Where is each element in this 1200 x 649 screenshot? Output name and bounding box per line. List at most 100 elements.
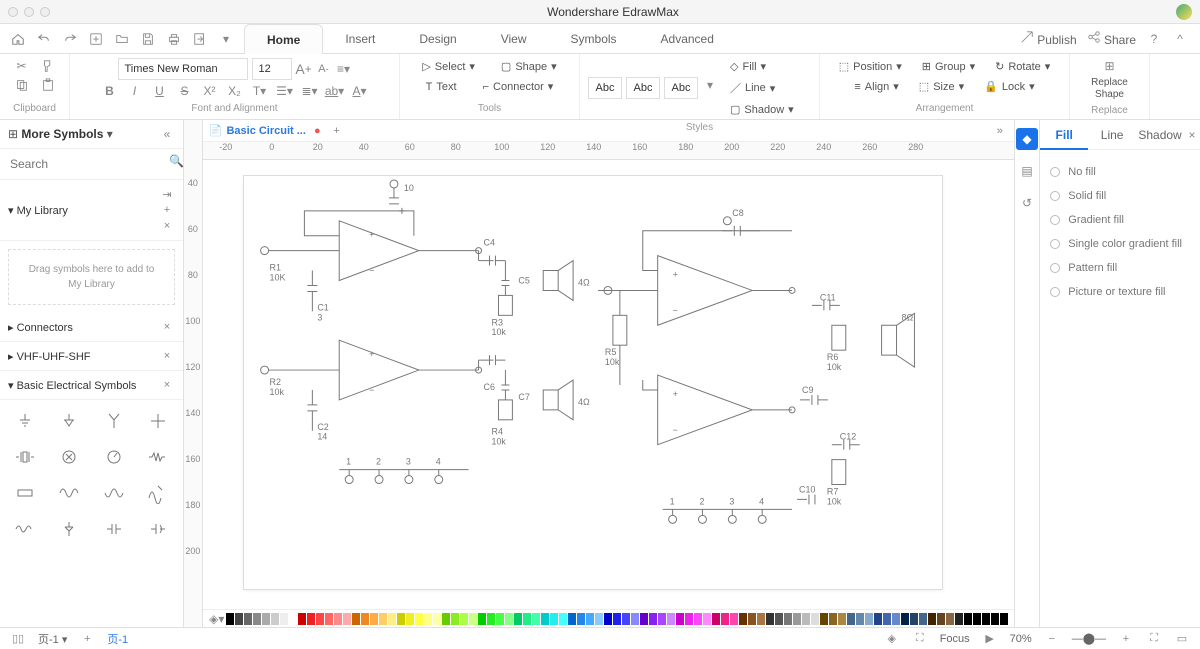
symbol-ground[interactable] [6,406,44,436]
replace-shape-icon[interactable]: ⊞ [1101,58,1117,74]
font-family-select[interactable]: Times New Roman [118,58,248,80]
color-swatch[interactable] [442,613,450,625]
add-page-icon[interactable]: + [79,631,95,647]
fit-width-icon[interactable]: ▭ [1174,631,1190,647]
subscript-icon[interactable]: X₂ [227,83,243,99]
color-swatch[interactable] [235,613,243,625]
color-swatch[interactable] [370,613,378,625]
color-swatch[interactable] [262,613,270,625]
tab-home[interactable]: Home [244,24,323,54]
color-swatch[interactable] [406,613,414,625]
list-icon[interactable]: ≣▾ [302,83,318,99]
color-swatch[interactable] [739,613,747,625]
color-swatch[interactable] [487,613,495,625]
color-swatch[interactable] [658,613,666,625]
style-more-icon[interactable]: ▾ [702,77,718,93]
color-swatch[interactable] [496,613,504,625]
window-min[interactable] [24,7,34,17]
color-swatch[interactable] [640,613,648,625]
group-drop[interactable]: ⊞ Group ▾ [916,58,981,75]
focus-mode[interactable]: Focus [940,633,970,645]
color-swatch[interactable] [991,613,999,625]
color-swatch[interactable] [253,613,261,625]
color-swatch[interactable] [793,613,801,625]
zoom-level[interactable]: 70% [1010,633,1032,645]
color-swatch[interactable] [595,613,603,625]
window-max[interactable] [40,7,50,17]
color-swatch[interactable] [829,613,837,625]
save-icon[interactable] [140,31,156,47]
zoom-out-icon[interactable]: − [1044,631,1060,647]
collapse-ribbon-icon[interactable]: ^ [1172,31,1188,47]
new-doc-tab-icon[interactable]: + [329,123,345,139]
color-swatch[interactable] [667,613,675,625]
color-swatch[interactable] [757,613,765,625]
undo-icon[interactable] [36,31,52,47]
color-swatch[interactable] [874,613,882,625]
layers-icon[interactable]: ◈ [884,631,900,647]
symbol-meter[interactable] [95,442,133,472]
redo-icon[interactable] [62,31,78,47]
color-swatch[interactable] [802,613,810,625]
tab-symbols[interactable]: Symbols [549,24,639,54]
color-swatch[interactable] [433,613,441,625]
fill-option[interactable]: Pattern fill [1050,256,1190,280]
symbol-box[interactable] [6,478,44,508]
color-swatch[interactable] [856,613,864,625]
fontcolor-icon[interactable]: A▾ [352,83,368,99]
color-swatch[interactable] [784,613,792,625]
color-swatch[interactable] [748,613,756,625]
color-swatch[interactable] [703,613,711,625]
page-select[interactable]: 页-1 ▾ [38,631,67,647]
color-swatch[interactable] [631,613,639,625]
align-icon[interactable]: ≡▾ [336,61,352,77]
color-swatch[interactable] [316,613,324,625]
color-swatch[interactable] [649,613,657,625]
text-tool[interactable]: T Text [420,78,463,95]
home-icon[interactable] [10,31,26,47]
tab-design[interactable]: Design [397,24,478,54]
color-swatch[interactable] [514,613,522,625]
strike-icon[interactable]: S [177,83,193,99]
color-swatch[interactable] [361,613,369,625]
symbol-earth[interactable] [50,406,88,436]
fill-option[interactable]: Solid fill [1050,184,1190,208]
color-swatch[interactable] [478,613,486,625]
history-panel-icon[interactable]: ↺ [1016,192,1038,214]
color-swatch[interactable] [577,613,585,625]
color-swatch[interactable] [289,613,297,625]
tab-view[interactable]: View [479,24,549,54]
symbol-sine3[interactable] [139,478,177,508]
color-swatch[interactable] [604,613,612,625]
symbol-sine2[interactable] [95,478,133,508]
color-swatch[interactable] [280,613,288,625]
color-swatch[interactable] [550,613,558,625]
symbol-sine1[interactable] [50,478,88,508]
color-swatch[interactable] [460,613,468,625]
color-swatch[interactable] [379,613,387,625]
color-swatch[interactable] [613,613,621,625]
style-preset-2[interactable]: Abc [626,77,660,99]
close-icon[interactable]: × [159,348,175,364]
color-swatch[interactable] [469,613,477,625]
close-icon[interactable]: × [159,319,175,335]
rotate-drop[interactable]: ↻ Rotate ▾ [989,58,1056,75]
color-swatch[interactable] [424,613,432,625]
symbol-node[interactable] [139,406,177,436]
present-icon[interactable]: ▶ [982,631,998,647]
align-drop[interactable]: ≡ Align ▾ [848,78,904,95]
fullscreen-icon[interactable]: ⛶ [912,631,928,647]
fill-option[interactable]: Picture or texture fill [1050,280,1190,304]
window-close[interactable] [8,7,18,17]
lock-drop[interactable]: 🔒 Lock ▾ [978,78,1040,95]
color-swatch[interactable] [388,613,396,625]
symbol-circle[interactable] [50,442,88,472]
color-swatch[interactable] [910,613,918,625]
color-swatch[interactable] [892,613,900,625]
export-icon[interactable] [192,31,208,47]
style-preset-3[interactable]: Abc [664,77,698,99]
fill-option[interactable]: Single color gradient fill [1050,232,1190,256]
select-tool[interactable]: ▷ Select ▾ [416,58,481,75]
color-swatch[interactable] [676,613,684,625]
chevron-down-icon[interactable]: ▾ [218,31,234,47]
